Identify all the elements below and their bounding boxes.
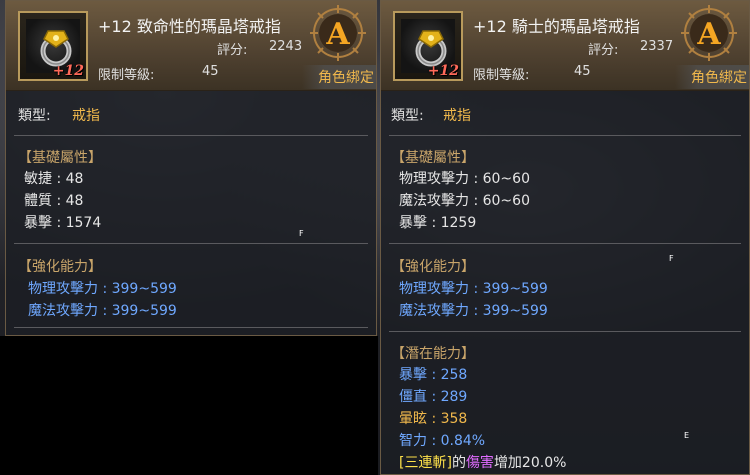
item-icon: +12: [393, 11, 463, 81]
latent-stat: 暴擊 : 258: [399, 367, 468, 383]
divider: [389, 331, 741, 332]
enhance-stat: 魔法攻擊力 : 399~599: [399, 303, 548, 319]
skill-name: [三連斬]: [399, 455, 452, 471]
enhance-stat: 物理攻擊力 : 399~599: [399, 281, 548, 297]
base-stat: 體質 : 48: [24, 193, 84, 209]
latent-stat: 僵直 : 289: [399, 389, 468, 405]
item-name: +12 騎士的瑪晶塔戒指: [473, 17, 640, 36]
base-stat: 暴擊 : 1574: [24, 215, 102, 231]
divider: [389, 135, 741, 136]
tooltip-header: +12 +12 致命性的瑪晶塔戒指 評分: 2243 限制等級: 45 A 角色…: [6, 1, 376, 91]
latent-stat: 暈眩 : 358: [399, 411, 468, 427]
grade-a-emblem: A: [310, 5, 366, 61]
marker-f: F: [669, 254, 674, 263]
grade-a-emblem: A: [681, 5, 737, 61]
marker-e: E: [684, 431, 690, 440]
character-bound-label: 角色綁定: [675, 65, 749, 89]
base-stat: 敏捷 : 48: [24, 171, 84, 187]
score-value: 2243: [269, 39, 303, 54]
level-requirement-value: 45: [574, 64, 591, 79]
type-value: 戒指: [72, 108, 100, 124]
item-tooltip-left: +12 +12 致命性的瑪晶塔戒指 評分: 2243 限制等級: 45 A 角色…: [5, 0, 377, 336]
marker-f: F: [299, 229, 304, 238]
enhance-stat: 物理攻擊力 : 399~599: [28, 281, 177, 297]
skill-bonus-line: [三連斬]的傷害增加20.0%: [399, 452, 566, 472]
grade-letter: A: [325, 17, 350, 52]
level-requirement-label: 限制等級:: [473, 68, 530, 83]
character-bound-label: 角色綁定: [302, 65, 376, 89]
divider: [389, 243, 741, 244]
skill-target: 傷害: [465, 455, 494, 471]
type-label: 類型:: [391, 108, 424, 124]
skill-connector: 的: [451, 455, 466, 471]
divider: [14, 135, 368, 136]
latent-ability-title: 【潛在能力】: [391, 346, 475, 362]
enhance-stat: 魔法攻擊力 : 399~599: [28, 303, 177, 319]
base-stat: 魔法攻擊力 : 60~60: [399, 193, 530, 209]
enhancement-title: 【強化能力】: [18, 259, 102, 275]
item-name: +12 致命性的瑪晶塔戒指: [98, 17, 281, 36]
divider: [14, 243, 368, 244]
enhance-level-badge: +12: [427, 63, 459, 79]
type-label: 類型:: [18, 108, 51, 124]
level-requirement-value: 45: [202, 64, 219, 79]
base-attributes-title: 【基礎屬性】: [18, 150, 102, 166]
enhancement-title: 【強化能力】: [391, 259, 475, 275]
level-requirement-label: 限制等級:: [98, 68, 155, 83]
latent-stat: 智力 : 0.84%: [399, 433, 486, 449]
divider: [14, 327, 368, 328]
score-label: 評分:: [217, 43, 248, 58]
score-label: 評分:: [588, 43, 619, 58]
base-attributes-title: 【基礎屬性】: [391, 150, 475, 166]
empty-black-area: [0, 336, 378, 475]
item-icon: +12: [18, 11, 88, 81]
base-stat: 暴擊 : 1259: [399, 215, 477, 231]
skill-effect: 增加20.0%: [493, 455, 567, 471]
enhance-level-badge: +12: [52, 63, 84, 79]
grade-letter: A: [696, 17, 721, 52]
tooltip-header: +12 +12 騎士的瑪晶塔戒指 評分: 2337 限制等級: 45 A 角色綁…: [381, 1, 749, 91]
item-tooltip-right: +12 +12 騎士的瑪晶塔戒指 評分: 2337 限制等級: 45 A 角色綁…: [380, 0, 750, 475]
type-value: 戒指: [443, 108, 471, 124]
base-stat: 物理攻擊力 : 60~60: [399, 171, 530, 187]
score-value: 2337: [640, 39, 674, 54]
